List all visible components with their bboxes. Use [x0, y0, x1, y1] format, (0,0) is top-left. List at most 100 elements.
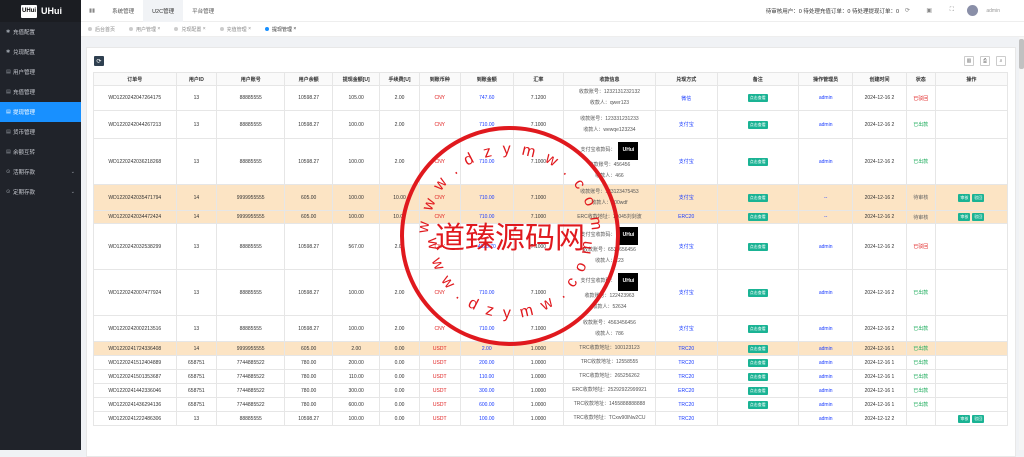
- arrive-amount: 2.00: [481, 345, 492, 352]
- status-badge: 已出款: [913, 159, 929, 165]
- column-header[interactable]: 操作管理员: [798, 72, 854, 86]
- table-row[interactable]: WD1220241501353687 658751 7744885522 780.00…: [93, 369, 1009, 384]
- view-remark-button[interactable]: 点击查看: [747, 193, 768, 202]
- withdraw-amount: 2.00: [351, 345, 362, 352]
- order-id: WD1220241501353687: [108, 373, 162, 380]
- reject-button[interactable]: 驳回: [972, 193, 985, 202]
- topmenu-u2c[interactable]: U2C管理: [143, 0, 184, 22]
- approve-button[interactable]: 审核: [958, 414, 971, 423]
- reject-button[interactable]: 驳回: [972, 213, 985, 221]
- sidebar-item-2[interactable]: ▤ 用户管理: [0, 62, 81, 82]
- tab-withdraw[interactable]: 提现管理 ×: [258, 26, 303, 33]
- table-row[interactable]: WD1220242044267213 13 88885555 10598.27 100.…: [93, 110, 1009, 139]
- arrive-amount: 747.60: [479, 95, 495, 101]
- topmenu-system[interactable]: 系统管理: [103, 0, 143, 22]
- view-remark-button[interactable]: 点击查看: [747, 400, 768, 409]
- column-header[interactable]: 状态: [905, 72, 936, 86]
- column-header[interactable]: 手续费[U]: [379, 72, 420, 86]
- user-balance: 605.00: [301, 345, 317, 352]
- cell-user-id: 13: [175, 110, 218, 139]
- tab-users[interactable]: 用户管理 ×: [122, 26, 167, 33]
- column-header[interactable]: 到账币种: [418, 72, 461, 86]
- top-bar: ▮▮ 系统管理 U2C管理 平台管理 待审核用户：0 待处理充值订单：0 待处理…: [81, 0, 1024, 22]
- column-header[interactable]: 汇率: [512, 72, 565, 86]
- table-row[interactable]: WD1220242032538299 13 88885555 10598.27 567.…: [93, 223, 1009, 270]
- avatar[interactable]: [967, 5, 978, 16]
- payee-line: ERC收款地址：25292922999921: [572, 387, 647, 393]
- column-header[interactable]: 收款信息: [563, 72, 656, 86]
- column-header[interactable]: 到账金额: [459, 72, 514, 86]
- search-button[interactable]: ⌕: [996, 56, 1006, 66]
- logo[interactable]: UHui UHui: [0, 0, 81, 22]
- arrive-amount: 100.00: [479, 415, 495, 422]
- view-remark-button[interactable]: 点击查看: [747, 324, 768, 333]
- tab-exchange-config[interactable]: 兑现配置 ×: [167, 26, 212, 33]
- table-row[interactable]: WD1220242036218268 13 88885555 10598.27 100.…: [93, 138, 1009, 185]
- reject-button[interactable]: 驳回: [972, 414, 985, 423]
- column-header[interactable]: 提现金额[U]: [332, 72, 381, 86]
- cell-withdraw-amount: 100.00: [332, 411, 381, 426]
- view-remark-button[interactable]: 点击查看: [747, 213, 768, 221]
- sidebar-item-6[interactable]: ▤ 余额互转: [0, 142, 81, 162]
- column-header[interactable]: 备注: [716, 72, 800, 86]
- column-header[interactable]: 兑现方式: [654, 72, 718, 86]
- tab-home[interactable]: 后台首页: [81, 26, 122, 33]
- table-row[interactable]: WD1220241724336408 14 9999955555 605.00 2.00…: [93, 341, 1009, 356]
- sidebar-item-7[interactable]: ⊙ 活期存款 ⌄: [0, 162, 81, 182]
- status-badge: 待审核: [913, 214, 929, 221]
- view-remark-button[interactable]: 点击查看: [747, 386, 768, 395]
- table-row[interactable]: WD1220241436294136 658751 7744885522 780.00…: [93, 397, 1009, 412]
- lock-icon[interactable]: ▣: [926, 7, 932, 14]
- tab-recharge[interactable]: 充值管理 ×: [213, 26, 258, 33]
- table-row[interactable]: WD1220242007477924 13 88885555 10598.27 100.…: [93, 269, 1009, 316]
- cell-created-time: 2024-12-16 2: [852, 184, 907, 211]
- menu-toggle-icon[interactable]: ▮▮: [81, 0, 103, 22]
- cell-user-balance: 780.00: [284, 369, 334, 384]
- approve-button[interactable]: 审核: [958, 213, 971, 221]
- view-remark-button[interactable]: 点击查看: [747, 242, 768, 251]
- table-row[interactable]: WD1220241442336046 658751 7744885522 780.00…: [93, 383, 1009, 398]
- table-row[interactable]: WD1220241222486306 13 88885555 10598.27 100.…: [93, 411, 1009, 426]
- username[interactable]: admin: [986, 8, 1000, 14]
- chevron-down-icon: ⌄: [70, 169, 75, 175]
- view-remark-button[interactable]: 点击查看: [747, 288, 768, 297]
- column-header[interactable]: 创建时间: [852, 72, 907, 86]
- sidebar-item-1[interactable]: ✱ 兑现配置: [0, 42, 81, 62]
- table-row[interactable]: WD1220242034472424 14 9999955555 605.00 100.…: [93, 210, 1009, 224]
- cell-status: 已出款: [905, 383, 936, 398]
- column-header[interactable]: 操作: [934, 72, 1009, 86]
- refresh-button[interactable]: ⟳: [94, 56, 104, 66]
- sidebar-item-0[interactable]: ✱ 充值配置: [0, 22, 81, 42]
- sidebar-item-5[interactable]: ▤ 货币管理: [0, 122, 81, 142]
- view-remark-button[interactable]: 点击查看: [747, 120, 768, 129]
- view-remark-button[interactable]: 点击查看: [747, 372, 768, 381]
- fullscreen-icon[interactable]: ⛶: [950, 7, 954, 14]
- qr-code-image[interactable]: UHui: [618, 141, 639, 160]
- column-header[interactable]: 用户余额: [284, 72, 334, 86]
- view-remark-button[interactable]: 点击查看: [747, 358, 768, 367]
- refresh-icon[interactable]: ⟳: [905, 7, 910, 14]
- print-button[interactable]: ⎙: [980, 56, 990, 66]
- scrollbar-thumb[interactable]: [1019, 39, 1024, 69]
- table-row[interactable]: WD1220242035471794 14 9999955555 605.00 100.…: [93, 184, 1009, 211]
- view-remark-button[interactable]: 点击查看: [747, 344, 768, 353]
- approve-button[interactable]: 审核: [958, 193, 971, 202]
- table-row[interactable]: WD1220242047264175 13 88885555 10598.27 105.…: [93, 85, 1009, 111]
- pay-method: 支付宝: [678, 122, 694, 128]
- topmenu-platform[interactable]: 平台管理: [183, 0, 223, 22]
- sidebar-item-3[interactable]: ▤ 充值管理: [0, 82, 81, 102]
- rate: 1.0000: [530, 345, 547, 352]
- table-row[interactable]: WD1220242002213516 13 88885555 10598.27 100.…: [93, 315, 1009, 342]
- column-header[interactable]: 订单号: [93, 72, 177, 86]
- qr-code-image[interactable]: UHui: [618, 272, 639, 291]
- columns-button[interactable]: ▥: [964, 56, 974, 66]
- table-row[interactable]: WD1220241512404889 658751 7744885522 780.00…: [93, 355, 1009, 370]
- view-remark-button[interactable]: 点击查看: [747, 157, 768, 166]
- sidebar-item-4[interactable]: ▤ 提现管理: [0, 102, 81, 122]
- column-header[interactable]: 用户ID: [175, 72, 218, 86]
- sidebar-item-8[interactable]: ⊙ 定期存款 ⌄: [0, 182, 81, 202]
- column-header[interactable]: 用户账号: [216, 72, 286, 86]
- page-scrollbar[interactable]: [1019, 37, 1024, 450]
- qr-code-image[interactable]: UHui: [618, 226, 639, 245]
- view-remark-button[interactable]: 点击查看: [747, 94, 768, 102]
